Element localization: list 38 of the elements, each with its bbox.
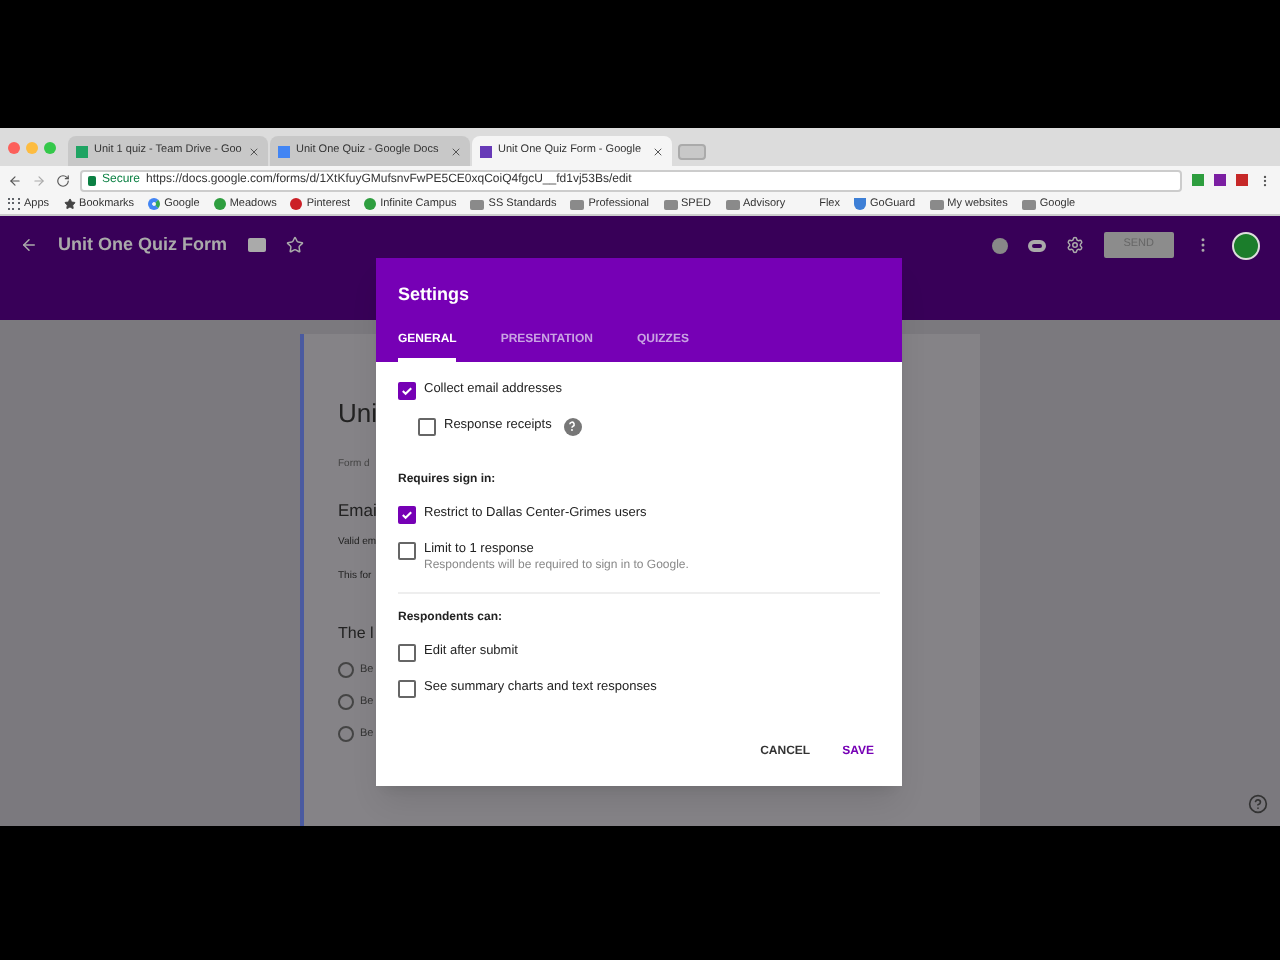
back-icon[interactable]: [20, 236, 38, 254]
site-icon: [364, 198, 377, 210]
settings-icon[interactable]: [1065, 236, 1084, 254]
folder-icon: [470, 199, 485, 209]
dialog-title: Settings: [398, 282, 472, 308]
radio-button[interactable]: [338, 661, 354, 678]
back-icon[interactable]: [8, 173, 22, 187]
reload-icon[interactable]: [56, 173, 70, 187]
avatar-icon[interactable]: [1232, 232, 1260, 260]
menu-icon[interactable]: [1258, 173, 1272, 187]
site-icon: [213, 198, 226, 210]
star-icon: [63, 198, 76, 210]
question-title: Emai: [338, 498, 377, 524]
star-outline-icon[interactable]: [285, 236, 303, 254]
shield-icon: [853, 198, 866, 210]
checkbox[interactable]: [398, 541, 416, 559]
form-title: Unit One Quiz Form: [58, 232, 227, 258]
folder-icon: [1021, 199, 1036, 209]
radio-button[interactable]: [338, 726, 354, 743]
folder-icon: [663, 199, 678, 209]
checkbox[interactable]: [418, 417, 436, 435]
help-icon[interactable]: [563, 417, 582, 435]
question-title: The l: [338, 621, 374, 646]
checkbox[interactable]: [398, 643, 416, 661]
folder-icon: [929, 199, 944, 209]
help-icon[interactable]: [1248, 794, 1268, 814]
close-tab-icon[interactable]: [450, 145, 462, 157]
lock-icon: [88, 175, 96, 185]
radio-button[interactable]: [338, 694, 354, 711]
close-tab-icon[interactable]: [248, 145, 260, 157]
folder-icon: [725, 199, 739, 209]
folder-icon[interactable]: [247, 238, 265, 252]
close-tab-icon[interactable]: [652, 145, 664, 157]
checkbox[interactable]: [398, 505, 416, 523]
checkbox[interactable]: [398, 381, 416, 399]
folder-icon: [570, 199, 585, 209]
checkbox[interactable]: [398, 679, 416, 697]
form-title-text: Uni: [338, 396, 378, 432]
